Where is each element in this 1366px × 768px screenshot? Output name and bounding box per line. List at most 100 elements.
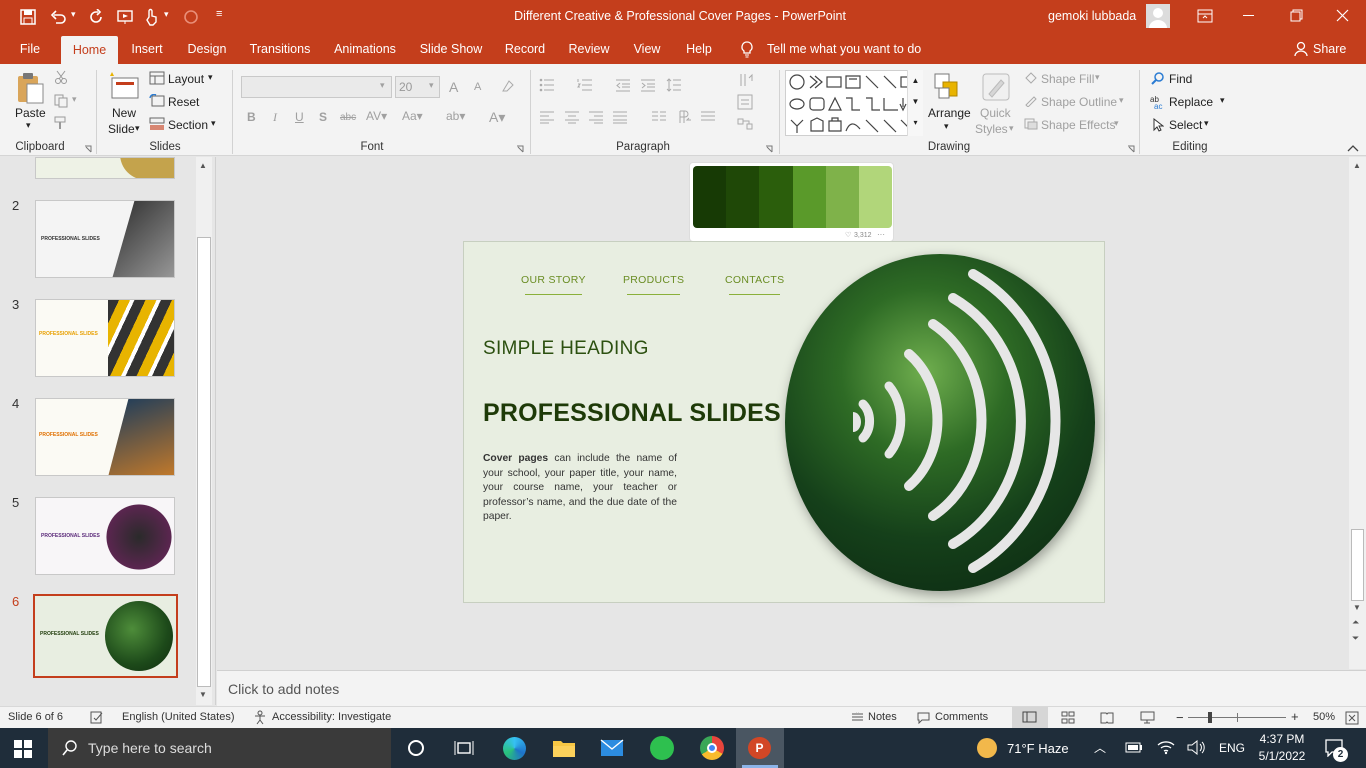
strikethrough-icon[interactable]: abc <box>340 112 356 123</box>
undo-icon[interactable] <box>50 9 66 25</box>
decrease-font-icon[interactable]: A <box>474 81 481 93</box>
quick-styles-dropdown-icon[interactable]: ▾ <box>1009 123 1014 134</box>
thumbnail-scrollbar[interactable]: ▲ ▼ <box>196 157 212 705</box>
notes-button[interactable]: Notes <box>868 711 897 723</box>
cut-icon[interactable] <box>54 70 68 84</box>
reading-view-icon[interactable] <box>1100 711 1114 724</box>
touch-mode-icon[interactable] <box>144 8 160 26</box>
spelling-icon[interactable] <box>90 711 104 724</box>
select-dropdown-icon[interactable]: ▾ <box>1204 118 1209 129</box>
slide-heading[interactable]: PROFESSIONAL SLIDES <box>483 399 781 428</box>
normal-view-button[interactable] <box>1012 707 1048 728</box>
arrange-button[interactable]: Arrange <box>928 106 971 120</box>
bold-icon[interactable]: B <box>247 110 256 124</box>
copy-icon[interactable] <box>54 94 68 108</box>
tab-review[interactable]: Review <box>564 34 614 64</box>
text-direction-icon[interactable] <box>737 72 755 88</box>
shape-effects-dropdown-icon[interactable]: ▾ <box>1114 118 1119 129</box>
shape-outline-button[interactable]: Shape Outline <box>1041 95 1117 109</box>
align-right-icon[interactable] <box>588 110 604 124</box>
slide-thumbnail-1[interactable] <box>35 157 175 179</box>
justify-icon[interactable] <box>612 110 628 124</box>
increase-font-icon[interactable]: A <box>449 79 458 95</box>
comments-button[interactable]: Comments <box>935 711 988 723</box>
layout-dropdown-icon[interactable]: ▾ <box>208 72 213 83</box>
new-slide-dropdown-icon[interactable]: ▾ <box>135 123 140 134</box>
clipboard-launcher-icon[interactable] <box>84 145 92 153</box>
arrange-dropdown-icon[interactable]: ▾ <box>944 121 949 132</box>
select-button[interactable]: Select <box>1169 118 1202 132</box>
reset-button[interactable]: Reset <box>168 95 199 109</box>
next-slide-icon[interactable]: ⏷ <box>1352 633 1359 644</box>
battery-icon[interactable] <box>1125 742 1143 753</box>
slide-thumbnail-4[interactable]: PROFESSIONAL SLIDES <box>35 398 175 476</box>
tab-help[interactable]: Help <box>680 34 718 64</box>
columns2-icon[interactable] <box>700 110 716 124</box>
tab-file[interactable]: File <box>10 34 50 64</box>
tab-animations[interactable]: Animations <box>328 34 402 64</box>
quick-styles-label-1[interactable]: Quick <box>980 106 1011 120</box>
increase-indent-icon[interactable] <box>640 78 656 92</box>
font-size-dropdown-icon[interactable]: ▾ <box>429 80 434 91</box>
shapes-gallery-scroll[interactable]: ▲ ▼ ▾ <box>907 70 923 136</box>
ribbon-display-icon[interactable] <box>1197 9 1213 23</box>
scroll-up-icon[interactable]: ▲ <box>199 161 207 170</box>
previous-slide-icon[interactable]: ⏶ <box>1352 617 1359 628</box>
cortana-icon[interactable] <box>407 739 425 757</box>
clock-date[interactable]: 5/1/2022 <box>1257 749 1307 763</box>
notes-pane[interactable]: Click to add notes <box>217 670 1366 706</box>
font-color-icon[interactable]: A▾ <box>489 109 505 126</box>
slide-fern-image[interactable] <box>785 254 1095 591</box>
slide-thumbnail-3[interactable]: PROFESSIONAL SLIDES <box>35 299 175 377</box>
slide-nav-products[interactable]: PRODUCTS <box>623 274 684 295</box>
collapse-ribbon-icon[interactable] <box>1347 144 1359 152</box>
columns-icon[interactable] <box>651 110 667 124</box>
edge-icon[interactable] <box>503 737 526 760</box>
wifi-icon[interactable] <box>1157 740 1175 755</box>
tab-record[interactable]: Record <box>500 34 550 64</box>
undo-dropdown-icon[interactable]: ▾ <box>71 9 76 20</box>
replace-button[interactable]: Replace <box>1169 95 1213 109</box>
copy-dropdown-icon[interactable]: ▾ <box>72 94 77 105</box>
underline-icon[interactable]: U <box>295 110 304 124</box>
language-indicator[interactable]: English (United States) <box>122 711 235 723</box>
slide-nav-our-story[interactable]: OUR STORY <box>521 274 586 295</box>
slide-body-text[interactable]: Cover pages can include the name of your… <box>483 452 677 525</box>
restore-button[interactable] <box>1290 9 1303 22</box>
mail-icon[interactable] <box>600 739 624 757</box>
replace-dropdown-icon[interactable]: ▾ <box>1220 95 1225 106</box>
slide-sorter-icon[interactable] <box>1061 711 1075 724</box>
tab-design[interactable]: Design <box>182 34 232 64</box>
slide-thumbnail-5[interactable]: PROFESSIONAL SLIDES <box>35 497 175 575</box>
layout-button[interactable]: Layout <box>168 72 204 86</box>
shape-outline-dropdown-icon[interactable]: ▾ <box>1119 95 1124 106</box>
redo-icon[interactable] <box>88 9 104 25</box>
bullets-icon[interactable] <box>539 78 555 92</box>
text-shadow-icon[interactable]: S <box>319 110 327 124</box>
tell-me-search[interactable]: Tell me what you want to do <box>767 42 921 56</box>
change-case-icon[interactable]: Aa▾ <box>402 109 423 123</box>
input-language[interactable]: ENG <box>1219 741 1245 755</box>
numbering-icon[interactable] <box>577 78 593 92</box>
paste-dropdown-icon[interactable]: ▾ <box>26 120 31 131</box>
paragraph-launcher-icon[interactable] <box>765 145 773 153</box>
scroll-down-icon[interactable]: ▼ <box>1353 603 1361 612</box>
paste-button[interactable]: Paste <box>15 106 46 120</box>
quick-styles-label-2[interactable]: Styles <box>975 122 1008 136</box>
file-explorer-icon[interactable] <box>552 738 576 758</box>
tab-view[interactable]: View <box>628 34 666 64</box>
new-slide-label-1[interactable]: New <box>112 106 136 120</box>
color-palette-image[interactable]: ♡ 3,312 ··· <box>689 162 894 242</box>
font-launcher-icon[interactable] <box>516 145 524 153</box>
decrease-indent-icon[interactable] <box>615 78 631 92</box>
shape-effects-button[interactable]: Shape Effects <box>1041 118 1116 132</box>
new-slide-label-2[interactable]: Slide <box>108 122 135 136</box>
save-icon[interactable] <box>20 9 36 25</box>
taskbar-search[interactable]: Type here to search <box>48 728 391 768</box>
volume-icon[interactable] <box>1187 740 1205 755</box>
slide[interactable]: OUR STORY PRODUCTS CONTACTS SIMPLE HEADI… <box>463 241 1105 603</box>
section-dropdown-icon[interactable]: ▾ <box>211 118 216 129</box>
canvas-scrollbar[interactable]: ▲ ▼ ⏶ ⏷ <box>1349 157 1366 669</box>
zoom-out-icon[interactable]: − <box>1176 710 1184 725</box>
slide-subheading[interactable]: SIMPLE HEADING <box>483 338 649 360</box>
